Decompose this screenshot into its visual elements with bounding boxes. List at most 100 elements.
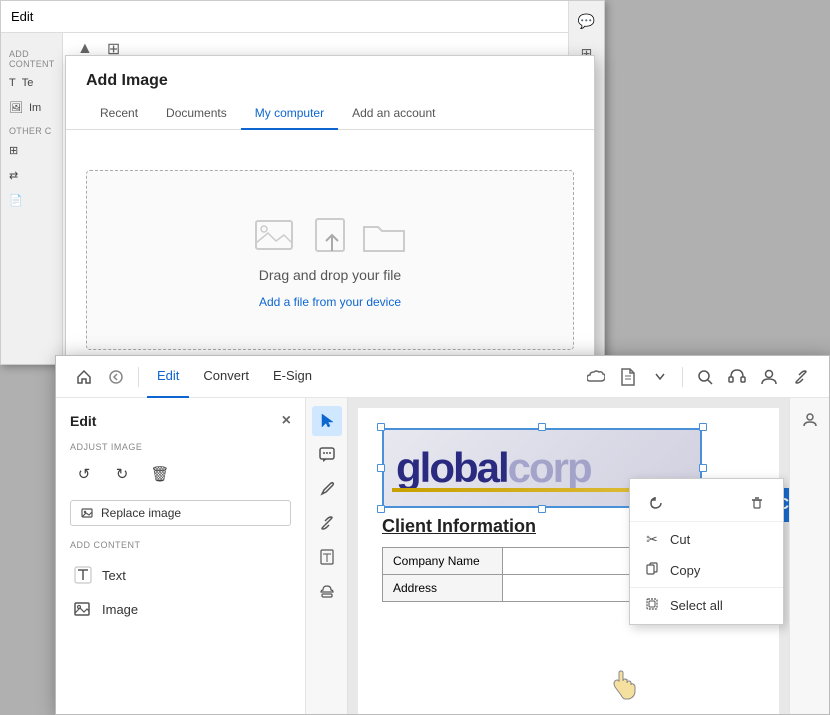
bg-sidebar: ADD CONTENT T Te 🖼 Im OTHER C ⊞ ⇄ 📄 — [1, 33, 63, 364]
add-text-item[interactable]: Text — [70, 558, 291, 592]
bg-item4-icon: ⇄ — [9, 169, 18, 182]
foreground-editor-window: Edit Convert E-Sign — [55, 355, 830, 715]
user-icon[interactable] — [755, 363, 783, 391]
delete-button[interactable]: 🗑 — [146, 460, 174, 488]
add-image-icon — [74, 600, 92, 618]
drop-upload-icon — [312, 211, 352, 255]
drop-zone-text: Drag and drop your file — [259, 267, 401, 283]
handle-bc[interactable] — [538, 505, 546, 513]
link-tool[interactable] — [312, 508, 342, 538]
bg-window-title: Edit — [11, 9, 33, 24]
fg-right-panel — [789, 398, 829, 714]
cloud-icon[interactable] — [582, 363, 610, 391]
select-all-icon — [644, 597, 660, 613]
bg-item5-icon: 📄 — [9, 194, 23, 207]
tab-documents[interactable]: Documents — [152, 100, 241, 130]
add-content-label: ADD CONTENT — [70, 540, 291, 550]
handle-bl[interactable] — [377, 505, 385, 513]
bg-item3-icon: ⊞ — [9, 144, 18, 157]
drop-folder-icon — [362, 217, 406, 255]
handle-tl[interactable] — [377, 423, 385, 431]
add-text-icon — [74, 566, 92, 584]
bg-sidebar-item-text[interactable]: T Te — [1, 71, 62, 95]
home-icon[interactable] — [70, 363, 98, 391]
add-image-dialog: Add Image Recent Documents My computer A… — [65, 55, 595, 391]
chevron-down-icon[interactable] — [646, 363, 674, 391]
add-content-section: Text Image — [70, 558, 291, 626]
right-panel-icon-1[interactable] — [796, 406, 824, 434]
nav-link-esign[interactable]: E-Sign — [263, 356, 322, 398]
context-menu-top-row — [630, 483, 783, 519]
context-cut-item[interactable]: ✂ Cut — [630, 524, 783, 555]
bg-add-content-label: ADD CONTENT — [1, 43, 62, 71]
select-tool-button[interactable] — [312, 406, 342, 436]
stamp-tool[interactable] — [312, 576, 342, 606]
back-icon[interactable] — [102, 363, 130, 391]
fg-doc-toolbar — [306, 398, 348, 714]
copy-icon — [644, 562, 660, 578]
headphones-icon[interactable] — [723, 363, 751, 391]
address-label: Address — [383, 575, 503, 602]
dialog-tabs: Recent Documents My computer Add an acco… — [66, 90, 594, 130]
bg-sidebar-item-4[interactable]: ⇄ — [1, 163, 62, 188]
bg-right-icon-1[interactable]: 💬 — [575, 9, 599, 33]
fg-navbar: Edit Convert E-Sign — [56, 356, 829, 398]
nav-link-convert[interactable]: Convert — [193, 356, 259, 398]
replace-image-icon — [81, 506, 95, 520]
fg-panel-title: Edit × — [70, 412, 291, 430]
handle-tr[interactable] — [699, 423, 707, 431]
dialog-body: Drag and drop your file Add a file from … — [66, 130, 594, 390]
tab-my-computer[interactable]: My computer — [241, 100, 338, 130]
handle-ml[interactable] — [377, 464, 385, 472]
text-tool[interactable] — [312, 542, 342, 572]
drop-icons — [254, 211, 406, 255]
bg-sidebar-item-image[interactable]: 🖼 Im — [1, 95, 62, 120]
company-name-label: Company Name — [383, 548, 503, 575]
bg-text-icon: T — [9, 77, 16, 89]
fg-panel-close-button[interactable]: × — [282, 412, 291, 430]
tab-add-account[interactable]: Add an account — [338, 100, 449, 130]
context-menu: ✂ Cut Copy — [629, 478, 784, 625]
logo-text-main: global — [396, 447, 508, 489]
redo-button[interactable]: ↻ — [108, 460, 136, 488]
context-refresh-icon[interactable] — [642, 489, 670, 517]
bg-text-label: Te — [22, 77, 34, 89]
bg-other-label: OTHER C — [1, 120, 62, 138]
tab-recent[interactable]: Recent — [86, 100, 152, 130]
cut-icon: ✂ — [644, 531, 660, 548]
bg-image-label: Im — [29, 102, 41, 114]
undo-button[interactable]: ↺ — [70, 460, 98, 488]
fg-main-area: Edit × ADJUST IMAGE ↺ ↻ 🗑 — [56, 398, 829, 714]
add-file-link[interactable]: Add a file from your device — [259, 295, 401, 309]
context-copy-item[interactable]: Copy — [630, 555, 783, 585]
adjust-image-label: ADJUST IMAGE — [70, 442, 291, 452]
fg-left-panel: Edit × ADJUST IMAGE ↺ ↻ 🗑 — [56, 398, 306, 714]
search-icon[interactable] — [691, 363, 719, 391]
add-image-item[interactable]: Image — [70, 592, 291, 626]
context-divider-2 — [630, 587, 783, 588]
adjust-icons-row: ↺ ↻ 🗑 — [70, 460, 291, 488]
dialog-title: Add Image — [66, 56, 594, 90]
context-select-all-item[interactable]: Select all — [630, 590, 783, 620]
add-comment-tool[interactable] — [312, 440, 342, 470]
nav-link-edit[interactable]: Edit — [147, 356, 189, 398]
cursor-hand-icon — [607, 665, 639, 708]
bg-sidebar-item-3[interactable]: ⊞ — [1, 138, 62, 163]
handle-tc[interactable] — [538, 423, 546, 431]
bg-image-icon: 🖼 — [9, 101, 23, 114]
bg-titlebar: Edit × — [1, 1, 604, 33]
replace-image-button[interactable]: Replace image — [70, 500, 291, 526]
nav-divider-1 — [138, 367, 139, 387]
link-icon[interactable] — [787, 363, 815, 391]
pen-tool[interactable] — [312, 474, 342, 504]
drop-zone[interactable]: Drag and drop your file Add a file from … — [86, 170, 574, 350]
handle-mr[interactable] — [699, 464, 707, 472]
logo-text-corp: corp — [508, 447, 591, 489]
fg-doc-area: global corp — [306, 398, 789, 714]
nav-divider-2 — [682, 367, 683, 387]
drop-image-icon — [254, 215, 302, 255]
context-delete-icon[interactable] — [743, 489, 771, 517]
context-divider-1 — [630, 521, 783, 522]
bg-sidebar-item-5[interactable]: 📄 — [1, 188, 62, 213]
file-icon[interactable] — [614, 363, 642, 391]
